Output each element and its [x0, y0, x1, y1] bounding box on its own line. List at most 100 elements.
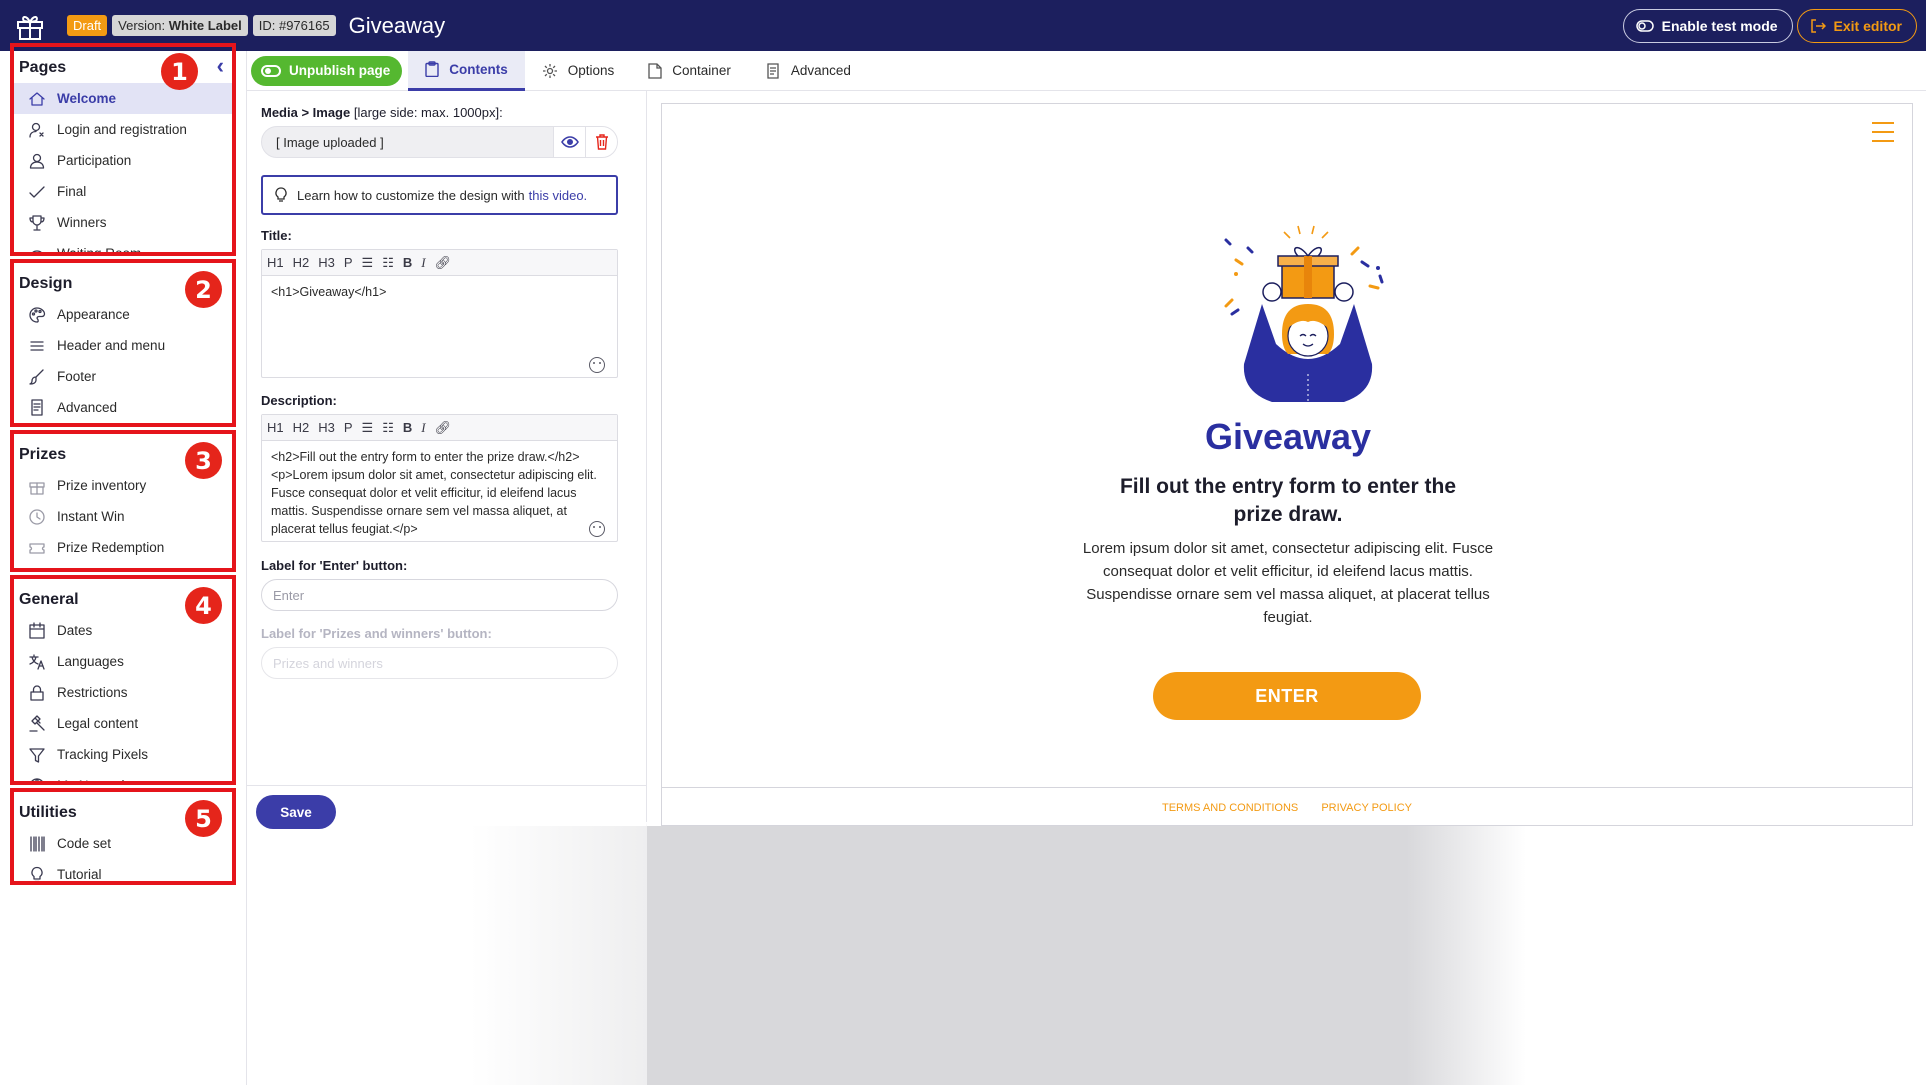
sidebar-item-footer[interactable]: Footer [14, 361, 232, 392]
media-label: Media > Image [large side: max. 1000px]: [261, 105, 618, 120]
italic-icon[interactable]: I [421, 420, 425, 436]
bold-icon[interactable]: B [403, 420, 412, 435]
tab-contents[interactable]: Contents [408, 50, 525, 91]
sidebar-item-label: Dates [57, 623, 93, 638]
numbered-list-icon[interactable]: ☷ [382, 255, 394, 271]
h2-button[interactable]: H2 [293, 420, 310, 435]
sidebar-section-prizes: Prizes 3 Prize inventory Instant Win Prize R… [10, 430, 236, 572]
sidebar-item-legal-content[interactable]: Legal content [14, 708, 232, 739]
tab-advanced[interactable]: Advanced [748, 51, 868, 91]
sidebar-item-label: Instant Win [57, 509, 125, 524]
tab-options-label: Options [567, 63, 615, 78]
delete-image-button[interactable] [585, 127, 617, 157]
preview-image-button[interactable] [553, 127, 585, 157]
bold-icon[interactable]: B [403, 255, 412, 270]
terms-link[interactable]: TERMS AND CONDITIONS [1162, 802, 1298, 814]
h2-button[interactable]: H2 [293, 255, 310, 270]
sidebar-item-label: Languages [57, 654, 124, 669]
link-icon[interactable]: 🔗︎ [435, 420, 452, 436]
exit-icon [1810, 19, 1826, 33]
video-link[interactable]: this video. [529, 188, 588, 203]
h1-button[interactable]: H1 [267, 420, 284, 435]
sidebar-item-login-and-registration[interactable]: Login and registration [14, 114, 232, 145]
annotation-number: 3 [185, 442, 222, 479]
emoji-icon[interactable] [589, 357, 605, 373]
sidebar-item-instant-win[interactable]: Instant Win [14, 501, 232, 532]
sidebar-item-label: My Networks [57, 778, 135, 781]
sidebar-item-label: Prize inventory [57, 478, 147, 493]
h1-button[interactable]: H1 [267, 255, 284, 270]
version-badge-value: White Label [168, 18, 242, 33]
sidebar-item-prize-redemption[interactable]: Prize Redemption [14, 532, 232, 563]
image-field[interactable]: [ Image uploaded ] [261, 126, 618, 158]
enter-button-label-input[interactable]: Enter [261, 579, 618, 611]
sidebar-item-label: Participation [57, 153, 132, 168]
top-bar: Draft Version: White Label ID: #976165 G… [0, 0, 1926, 51]
title-editor-body[interactable]: <h1>Giveaway</h1> [262, 276, 617, 377]
toggle-icon [261, 64, 281, 77]
p-button[interactable]: P [344, 255, 353, 270]
italic-icon[interactable]: I [421, 255, 425, 271]
title-editor[interactable]: H1 H2 H3 P ☰ ☷ B I 🔗︎ <h1>Giveaway</h1> [261, 249, 618, 378]
user-login-icon [28, 121, 46, 139]
editor-tabs: Unpublish page Contents Options Containe… [247, 50, 1926, 91]
clock-icon [28, 508, 46, 526]
sidebar-item-my-networks[interactable]: My Networks [14, 770, 232, 781]
description-editor-body[interactable]: <h2>Fill out the entry form to enter the… [262, 441, 617, 541]
sidebar-item-welcome[interactable]: Welcome [14, 83, 232, 114]
hamburger-menu-icon[interactable] [1872, 122, 1894, 149]
prizes-label: Label for 'Prizes and winners' button: [261, 626, 492, 641]
test-mode-button[interactable]: Enable test mode [1622, 9, 1793, 43]
h3-button[interactable]: H3 [318, 420, 335, 435]
description-toolbar: H1 H2 H3 P ☰ ☷ B I 🔗︎ [262, 415, 617, 441]
editor-separator [247, 785, 646, 786]
tab-options[interactable]: Options [525, 51, 632, 91]
h3-button[interactable]: H3 [318, 255, 335, 270]
sidebar-item-points-of-sale[interactable]: Points of Sale [14, 563, 232, 568]
check-icon [28, 183, 46, 201]
tab-container[interactable]: Container [631, 51, 748, 91]
numbered-list-icon[interactable]: ☷ [382, 420, 394, 436]
calendar-icon [28, 621, 46, 640]
description-label: Description: [261, 393, 337, 408]
link-icon[interactable]: 🔗︎ [435, 255, 452, 271]
exit-editor-button[interactable]: Exit editor [1796, 9, 1917, 43]
p-button[interactable]: P [344, 420, 353, 435]
sidebar-item-header-and-menu[interactable]: Header and menu [14, 330, 232, 361]
sidebar-item-languages[interactable]: Languages [14, 646, 232, 677]
sidebar-item-restrictions[interactable]: Restrictions [14, 677, 232, 708]
emoji-icon[interactable] [589, 521, 605, 537]
unpublish-button[interactable]: Unpublish page [251, 55, 403, 86]
tab-advanced-label: Advanced [790, 63, 851, 78]
preview-enter-button[interactable]: ENTER [1153, 672, 1421, 720]
sidebar-item-tracking-pixels[interactable]: Tracking Pixels [14, 739, 232, 770]
sidebar-item-advanced[interactable]: Advanced [14, 392, 232, 423]
sidebar-item-final[interactable]: Final [14, 176, 232, 207]
description-editor[interactable]: H1 H2 H3 P ☰ ☷ B I 🔗︎ <h2>Fill out the e… [261, 414, 618, 542]
gift-logo-icon[interactable] [15, 11, 45, 41]
page-title: Giveaway [348, 12, 446, 38]
globe-icon [28, 777, 46, 781]
test-mode-label: Enable test mode [1661, 18, 1778, 34]
gauge-icon [28, 245, 46, 252]
sidebar-item-participation[interactable]: Participation [14, 145, 232, 176]
sidebar-item-winners[interactable]: Winners [14, 207, 232, 238]
privacy-link[interactable]: PRIVACY POLICY [1321, 802, 1412, 814]
prizes-button-label-input[interactable]: Prizes and winners [261, 647, 618, 679]
sidebar-item-tutorial[interactable]: Tutorial [14, 859, 232, 881]
preview-title: Giveaway [1204, 416, 1372, 457]
sidebar-item-waiting-room[interactable]: Waiting Room [14, 238, 232, 252]
gear-icon [542, 63, 557, 78]
giveaway-illustration [1224, 225, 1384, 402]
code-file-icon [28, 398, 46, 417]
title-value: <h1>Giveaway</h1> [271, 285, 387, 299]
exit-editor-label: Exit editor [1833, 18, 1902, 34]
brush-icon [28, 368, 46, 386]
bullet-list-icon[interactable]: ☰ [362, 255, 374, 271]
bullet-list-icon[interactable]: ☰ [362, 420, 374, 436]
save-button[interactable]: Save [256, 795, 336, 829]
sidebar-item-label: Code set [57, 836, 112, 851]
collapse-sidebar-icon[interactable]: ‹ [217, 53, 224, 79]
sidebar-item-template[interactable]: Template [14, 423, 232, 427]
preview-overflow-area [647, 826, 1466, 1085]
